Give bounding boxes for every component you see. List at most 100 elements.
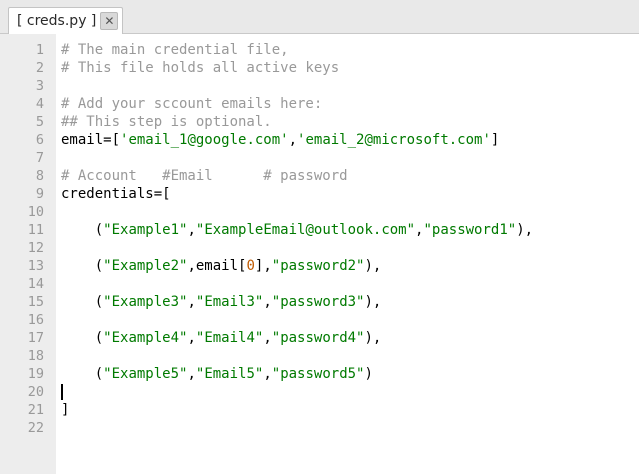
code-token-plain: ] [61,402,70,418]
line-number: 15 [27,294,44,310]
code-token-plain: ( [61,294,104,310]
tab-creds-py[interactable]: [ creds.py ] ✕ [8,7,124,34]
line-code: ("Example2",email[0],"password2"), [61,257,382,275]
code-token-plain: ( [61,330,104,346]
line-code: ## This step is optional. [61,113,272,131]
code-line[interactable]: 13 ("Example2",email[0],"password2"), [0,257,639,275]
code-token-comment: # Add your sccount emails here: [61,96,323,112]
code-editor[interactable]: 1 # The main credential file, 2 # This file… [0,34,639,474]
code-line[interactable]: 7 [0,149,639,167]
code-line[interactable]: 10 [0,203,639,221]
code-token-string: "ExampleEmail@outlook.com" [195,222,416,238]
code-token-plain: , [288,132,298,148]
code-token-comment: # Account #Email # password [61,168,348,184]
tab-bar: [ creds.py ] ✕ [0,0,639,34]
code-token-plain: ) [364,366,373,382]
line-number: 21 [27,402,44,418]
code-line[interactable]: 21] [0,401,639,419]
line-number: 11 [27,222,44,238]
line-code: # Account #Email # password [61,167,348,185]
code-token-plain: ( [61,222,104,238]
tab-title: [ creds.py ] [17,13,97,29]
line-number: 9 [35,186,44,202]
line-number: 12 [27,240,44,256]
code-token-string: "Example5" [103,366,188,382]
line-number: 2 [35,60,44,76]
code-token-string: "Email5" [195,366,264,382]
code-token-plain: , [187,294,196,310]
code-token-plain: ), [364,258,382,274]
code-token-plain: credentials=[ [61,186,171,202]
code-token-plain: ), [364,294,382,310]
line-number: 20 [27,384,44,400]
line-code: # Add your sccount emails here: [61,95,322,113]
code-line[interactable]: 12 [0,239,639,257]
code-line[interactable]: 17 ("Example4","Email4","password4"), [0,329,639,347]
line-number: 5 [35,114,44,130]
code-token-string: "password4" [271,330,365,346]
code-token-plain: , [187,366,196,382]
code-token-string: "Example4" [103,330,188,346]
code-line[interactable]: 20 [0,383,639,401]
line-number: 3 [35,78,44,94]
code-token-plain: , [263,366,272,382]
code-line[interactable]: 3 [0,77,639,95]
code-token-plain: email=[ [61,132,121,148]
line-number: 14 [27,276,44,292]
code-line[interactable]: 4 # Add your sccount emails here: [0,95,639,113]
code-token-string: 'email_1@google.com' [120,132,289,148]
code-token-plain: ,email[ [187,258,247,274]
line-code: ("Example5","Email5","password5") [61,365,373,383]
code-line[interactable]: 2 # This file holds all active keys [0,59,639,77]
code-line[interactable]: 14 [0,275,639,293]
code-line[interactable]: 16 [0,311,639,329]
code-token-plain: , [187,330,196,346]
code-token-plain: , [263,294,272,310]
code-line[interactable]: 19 ("Example5","Email5","password5") [0,365,639,383]
code-line[interactable]: 11 ("Example1","ExampleEmail@outlook.com… [0,221,639,239]
code-token-number: 0 [246,258,255,274]
code-line[interactable]: 5 ## This step is optional. [0,113,639,131]
code-token-string: "Email4" [195,330,264,346]
line-number: 1 [35,42,44,58]
code-token-comment: ## This step is optional. [61,114,272,130]
code-token-string: "Example3" [103,294,188,310]
line-number: 13 [27,258,44,274]
code-token-comment: # This file holds all active keys [61,60,340,76]
code-token-plain: ] [490,132,500,148]
code-line[interactable]: 15 ("Example3","Email3","password3"), [0,293,639,311]
line-code: ("Example1","ExampleEmail@outlook.com","… [61,221,533,239]
code-token-string: "Example1" [103,222,188,238]
code-line[interactable]: 6 email=['email_1@google.com','email_2@mi… [0,131,639,149]
code-token-plain: ), [364,330,382,346]
code-line[interactable]: 1 # The main credential file, [0,41,639,59]
text-cursor [61,384,63,400]
code-token-string: "password1" [423,222,517,238]
line-code: ("Example4","Email4","password4"), [61,329,382,347]
code-token-plain: , [263,330,272,346]
code-token-string: "Email3" [195,294,264,310]
code-token-string: "password3" [271,294,365,310]
line-number: 16 [27,312,44,328]
code-line[interactable]: 22 [0,419,639,437]
code-token-string: "password5" [271,366,365,382]
line-code: # This file holds all active keys [61,59,339,77]
line-code: ("Example3","Email3","password3"), [61,293,382,311]
code-token-string: 'email_2@microsoft.com' [297,132,491,148]
line-code: credentials=[ [61,185,171,203]
line-number: 19 [27,366,44,382]
line-code: # The main credential file, [61,41,289,59]
close-icon[interactable]: ✕ [100,12,119,30]
code-line[interactable]: 8 # Account #Email # password [0,167,639,185]
code-token-comment: # The main credential file, [61,42,289,58]
line-code: email=['email_1@google.com','email_2@mic… [61,131,499,149]
code-token-string: "password2" [271,258,365,274]
code-line[interactable]: 18 [0,347,639,365]
code-token-plain: ( [61,366,104,382]
code-token-plain: , [187,222,196,238]
line-number: 10 [27,204,44,220]
code-lines: 1 # The main credential file, 2 # This file… [0,41,639,437]
line-number: 8 [35,168,44,184]
code-line[interactable]: 9 credentials=[ [0,185,639,203]
line-number: 17 [27,330,44,346]
